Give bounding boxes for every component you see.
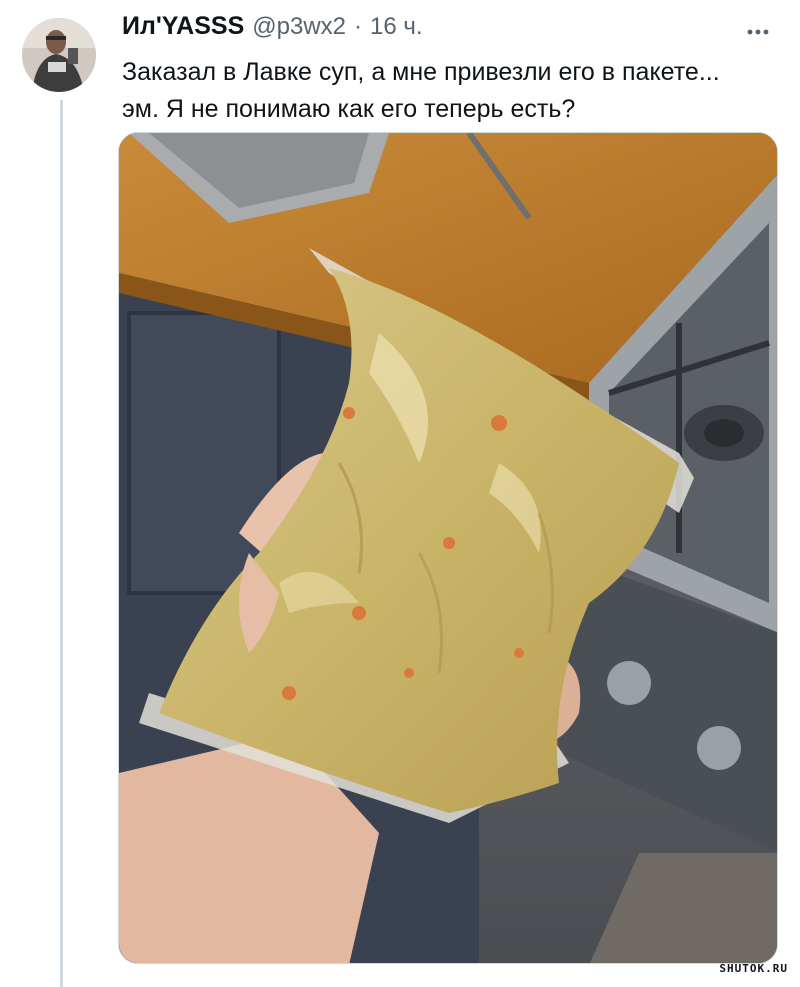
separator-dot: · [354,13,363,40]
thread-line [60,100,63,987]
timestamp[interactable]: 16 ч. [370,13,423,41]
tweet-header: Ил'YASSS @p3wx2 · 16 ч. [122,12,423,41]
tweet-text-line-1: Заказал в Лавке суп, а мне привезли его … [122,58,720,86]
user-handle[interactable]: @p3wx2 [252,13,346,41]
avatar-image [22,18,96,92]
display-name[interactable]: Ил'YASSS [122,12,244,41]
tweet-text-line-2: эм. Я не понимаю как его теперь есть? [122,95,576,123]
tweet-photo[interactable] [118,132,778,964]
tweet-text: Заказал в Лавке суп, а мне привезли его … [122,54,782,128]
soup-bag-photo-icon [119,133,777,963]
watermark: SHUTOK.RU [719,962,788,975]
more-options-icon[interactable] [744,18,772,46]
avatar[interactable] [22,18,96,92]
tweet: Ил'YASSS @p3wx2 · 16 ч. Заказал в Лавке … [0,0,800,987]
